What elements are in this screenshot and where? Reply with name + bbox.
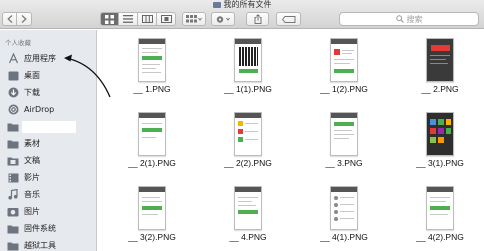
file-name: __ 1(2).PNG: [320, 84, 368, 94]
file-item[interactable]: __ 2(2).PNG: [200, 104, 296, 172]
sidebar-item-music[interactable]: 音乐: [0, 186, 97, 203]
folder-icon: [7, 138, 19, 149]
file-thumbnail: [138, 186, 166, 230]
sidebar-item-label: 音乐: [24, 190, 40, 199]
sidebar-item-hidden-folder[interactable]: [0, 118, 97, 135]
search-placeholder: 搜索: [406, 14, 423, 24]
desktop-icon: [7, 70, 19, 81]
tags-button[interactable]: [276, 12, 301, 26]
sidebar-item-pictures[interactable]: 图片: [0, 203, 97, 220]
file-thumbnail: [234, 112, 262, 156]
downloads-icon: [7, 87, 19, 98]
file-thumbnail: [426, 186, 454, 230]
pictures-icon: [7, 206, 19, 217]
arrange-button[interactable]: [182, 12, 206, 26]
forward-button[interactable]: [17, 12, 32, 26]
sidebar-item-label: AirDrop: [24, 105, 55, 114]
documents-icon: [7, 155, 19, 166]
gear-icon: [216, 15, 230, 23]
columns-icon: [141, 15, 153, 23]
action-button[interactable]: [211, 12, 235, 26]
file-item[interactable]: __ 1(2).PNG: [296, 30, 392, 98]
file-item[interactable]: __ 4(2).PNG: [392, 178, 484, 246]
search-input[interactable]: 搜索: [339, 12, 479, 26]
list-view-button[interactable]: [119, 12, 138, 26]
file-thumbnail: [138, 112, 166, 156]
sidebar-item-jailbreak-tools[interactable]: 越狱工具: [0, 237, 97, 251]
file-item[interactable]: __ 1.PNG: [104, 30, 200, 98]
file-item[interactable]: __ 2.PNG: [392, 30, 484, 98]
sidebar-item-label: 越狱工具: [24, 241, 56, 250]
file-name: __ 2(2).PNG: [224, 158, 272, 168]
sidebar-item-label: 影片: [24, 173, 40, 182]
applications-icon: [7, 53, 19, 64]
window-title: 我的所有文件: [0, 0, 484, 10]
chevron-left-icon: [6, 15, 12, 23]
file-name: __ 1.PNG: [133, 84, 171, 94]
icon-view-button[interactable]: [100, 12, 119, 26]
file-item[interactable]: __ 1(1).PNG: [200, 30, 296, 98]
file-thumbnail: [426, 112, 454, 156]
file-item[interactable]: __ 2(1).PNG: [104, 104, 200, 172]
grid-icon: [105, 14, 114, 24]
search-icon: [395, 15, 404, 23]
file-item[interactable]: __ 4(1).PNG: [296, 178, 392, 246]
sidebar-item-label: 应用程序: [24, 54, 56, 63]
folder-icon: [7, 240, 19, 251]
file-name: __ 3(1).PNG: [416, 158, 464, 168]
file-thumbnail: [330, 112, 358, 156]
file-name: __ 3(2).PNG: [128, 232, 176, 242]
file-item[interactable]: __ 3(1).PNG: [392, 104, 484, 172]
coverflow-view-button[interactable]: [157, 12, 176, 26]
file-name: __ 1(1).PNG: [224, 84, 272, 94]
sidebar-item-label: 固件系统: [24, 224, 56, 233]
file-item[interactable]: __ 3.PNG: [296, 104, 392, 172]
column-view-button[interactable]: [138, 12, 157, 26]
airdrop-icon: [7, 104, 19, 115]
sidebar-section-header: 个人收藏: [5, 39, 31, 47]
coverflow-icon: [160, 15, 172, 23]
view-mode-selector: [100, 12, 176, 26]
file-grid: __ 1.PNG __ 1(1).PNG __ 1(2).PNG __ 2.PN…: [98, 30, 484, 251]
toolbar: 我的所有文件 搜索: [0, 0, 484, 29]
folder-icon: [7, 121, 19, 132]
chevron-right-icon: [21, 15, 27, 23]
file-thumbnail: [330, 186, 358, 230]
sidebar-item-label: 桌面: [24, 71, 40, 80]
file-name: __ 4(1).PNG: [320, 232, 368, 242]
file-name: __ 4(2).PNG: [416, 232, 464, 242]
sidebar-item-label: 下载: [24, 88, 40, 97]
folder-icon: [7, 223, 19, 234]
sidebar-item-label: 图片: [24, 207, 40, 216]
file-name: __ 2(1).PNG: [128, 158, 176, 168]
file-name: __ 3.PNG: [325, 158, 363, 168]
sidebar-item-movies[interactable]: 影片: [0, 169, 97, 186]
file-thumbnail: [234, 186, 262, 230]
list-icon: [123, 15, 133, 23]
sidebar-item-label: 素材: [24, 139, 40, 148]
file-thumbnail: [234, 38, 262, 82]
sidebar-item-firmware[interactable]: 固件系统: [0, 220, 97, 237]
file-item[interactable]: __ 4.PNG: [200, 178, 296, 246]
file-name: __ 4.PNG: [229, 232, 267, 242]
sidebar-item-airdrop[interactable]: AirDrop: [0, 101, 97, 118]
sidebar-item-label: 文稿: [24, 156, 40, 165]
redacted-folder-name: [22, 121, 76, 133]
share-button[interactable]: [246, 12, 269, 26]
file-thumbnail: [138, 38, 166, 82]
folder-icon: [212, 2, 221, 8]
arrange-icon: [186, 15, 202, 23]
back-button[interactable]: [2, 12, 17, 26]
music-icon: [7, 189, 19, 200]
sidebar-item-materials[interactable]: 素材: [0, 135, 97, 152]
movies-icon: [7, 172, 19, 183]
file-name: __ 2.PNG: [421, 84, 459, 94]
file-thumbnail: [330, 38, 358, 82]
window-title-text: 我的所有文件: [223, 0, 272, 9]
share-icon: [254, 14, 261, 24]
tag-icon: [281, 15, 295, 23]
sidebar-item-documents[interactable]: 文稿: [0, 152, 97, 169]
file-thumbnail: [426, 38, 454, 82]
file-item[interactable]: __ 3(2).PNG: [104, 178, 200, 246]
